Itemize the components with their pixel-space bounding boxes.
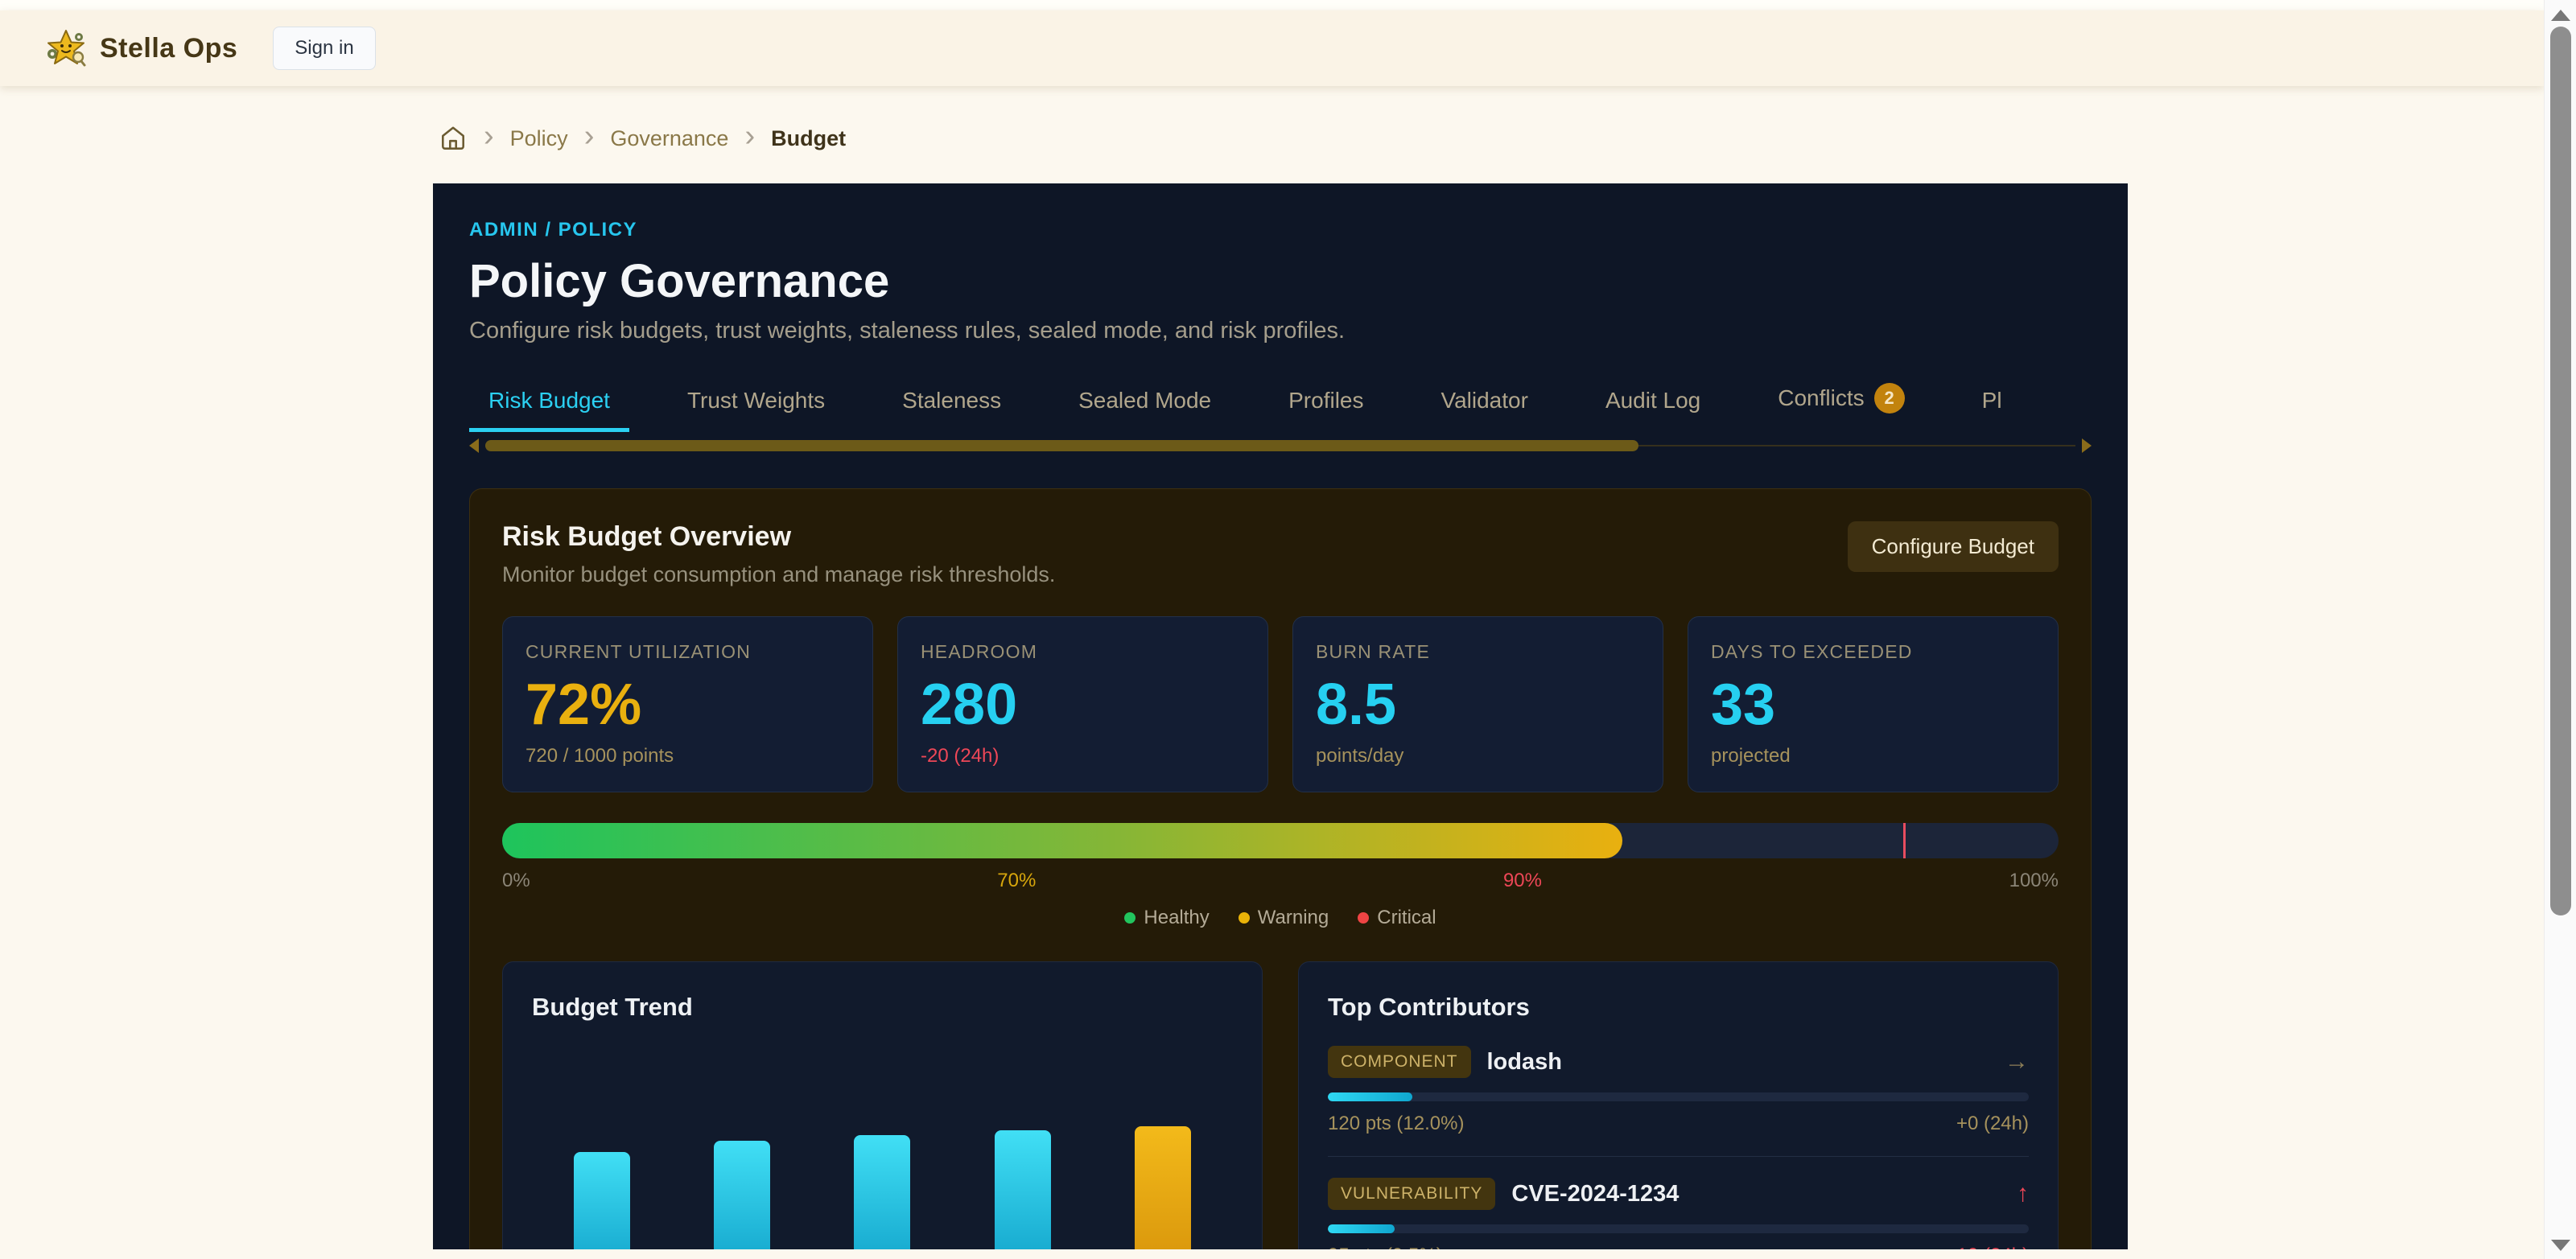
status-legend: Healthy Warning Critical <box>502 907 2059 929</box>
tab-scrollbar <box>469 438 2092 453</box>
contributor-stats: 95 pts (9.5%) +10 (24h) <box>1328 1245 2029 1249</box>
budget-utilization-fill <box>502 823 1622 858</box>
tab-validator[interactable]: Validator <box>1422 376 1548 432</box>
critical-threshold-marker <box>1903 823 1906 858</box>
page-scrollbar[interactable] <box>2544 0 2576 1259</box>
warning-dot-icon <box>1239 912 1250 924</box>
tab-scroll-right-arrow-icon[interactable] <box>2082 438 2092 453</box>
legend-item-warning: Warning <box>1239 907 1329 929</box>
scrollbar-up-arrow-icon[interactable] <box>2551 10 2570 21</box>
tab-profiles[interactable]: Profiles <box>1269 376 1383 432</box>
budget-trend-chart <box>532 1038 1233 1249</box>
trend-bar-12/1 <box>574 1152 630 1249</box>
top-contributors-card: Top Contributors COMPONENT lodash → <box>1298 961 2059 1249</box>
tab-sealed-mode[interactable]: Sealed Mode <box>1059 376 1230 432</box>
tab-scrollbar-thumb[interactable] <box>485 440 1638 451</box>
contributor-item-lodash: COMPONENT lodash → 120 pts (12.0%) +0 (2… <box>1328 1046 2029 1135</box>
contributor-points: 95 pts (9.5%) <box>1328 1245 1443 1249</box>
scale-label-70: 70% <box>997 870 1036 892</box>
budget-trend-title: Budget Trend <box>532 993 1233 1022</box>
tab-scroll-left-arrow-icon[interactable] <box>469 438 479 453</box>
breadcrumb-link-governance[interactable]: Governance <box>610 126 728 151</box>
brand: Stella Ops <box>45 27 237 69</box>
contributor-progress-track <box>1328 1224 2029 1233</box>
sign-in-button[interactable]: Sign in <box>273 27 375 70</box>
legend-item-healthy: Healthy <box>1124 907 1209 929</box>
budget-scale-labels: 0% 70% 90% 100% <box>502 870 2059 892</box>
trend-bar-12/22 <box>995 1130 1051 1249</box>
contributor-delta: +0 (24h) <box>1956 1113 2029 1135</box>
main-content: › Policy › Governance › Budget ADMIN / P… <box>433 121 2128 1259</box>
risk-budget-overview-card: Risk Budget Overview Monitor budget cons… <box>469 488 2092 1249</box>
contributor-stats: 120 pts (12.0%) +0 (24h) <box>1328 1113 2029 1135</box>
trend-bar-12/8 <box>714 1141 770 1249</box>
trend-bar-12/29 <box>1135 1126 1191 1249</box>
healthy-dot-icon <box>1124 912 1136 924</box>
contributor-trend-up-arrow-icon[interactable]: ↑ <box>2017 1180 2029 1208</box>
contributors-list: COMPONENT lodash → 120 pts (12.0%) +0 (2… <box>1328 1046 2029 1249</box>
budget-trend-card: Budget Trend 12/112/812/1512/2212/29 <box>502 961 1263 1249</box>
tab-audit-log[interactable]: Audit Log <box>1586 376 1720 432</box>
overview-title: Risk Budget Overview <box>502 521 1055 553</box>
contributor-type-badge: COMPONENT <box>1328 1046 1471 1078</box>
contributor-points: 120 pts (12.0%) <box>1328 1113 1464 1135</box>
contributor-item-cve-2024-1234: VULNERABILITY CVE-2024-1234 ↑ 95 pts (9.… <box>1328 1178 2029 1249</box>
tab-trust-weights[interactable]: Trust Weights <box>668 376 844 432</box>
scale-label-90: 90% <box>1503 870 1542 892</box>
contributor-type-badge: VULNERABILITY <box>1328 1178 1495 1210</box>
tab-bar: Risk Budget Trust Weights Staleness Seal… <box>469 372 2092 432</box>
contributor-delta: +10 (24h) <box>1946 1245 2029 1249</box>
legend-item-critical: Critical <box>1358 907 1436 929</box>
tab-overflow-clipped[interactable]: Pl <box>1963 376 2022 432</box>
contributor-name: lodash <box>1487 1049 1562 1076</box>
configure-budget-button[interactable]: Configure Budget <box>1848 521 2059 572</box>
stat-card-days-to-exceeded: DAYS TO EXCEEDED 33 projected <box>1688 616 2059 792</box>
breadcrumb-current-budget: Budget <box>771 126 846 151</box>
contributor-progress-track <box>1328 1092 2029 1101</box>
stat-grid: CURRENT UTILIZATION 72% 720 / 1000 point… <box>502 616 2059 792</box>
stella-ops-logo-icon <box>45 27 87 69</box>
budget-utilization-bar <box>502 823 2059 858</box>
page-title: Policy Governance <box>469 254 2092 308</box>
stat-card-current-utilization: CURRENT UTILIZATION 72% 720 / 1000 point… <box>502 616 873 792</box>
top-contributors-title: Top Contributors <box>1328 993 2029 1022</box>
home-icon[interactable] <box>439 124 468 153</box>
stat-card-headroom: HEADROOM 280 -20 (24h) <box>897 616 1268 792</box>
contributor-drilldown-arrow-icon[interactable]: → <box>2005 1048 2029 1076</box>
header-bar: Stella Ops Sign in <box>0 10 2544 86</box>
top-strip <box>0 0 2544 10</box>
breadcrumb: › Policy › Governance › Budget <box>433 121 2128 156</box>
policy-governance-panel: ADMIN / POLICY Policy Governance Configu… <box>433 183 2128 1249</box>
scrollbar-down-arrow-icon[interactable] <box>2551 1240 2570 1251</box>
page-subtitle: Configure risk budgets, trust weights, s… <box>469 318 2092 344</box>
brand-title: Stella Ops <box>100 33 237 64</box>
chevron-right-icon: › <box>584 121 595 151</box>
page-eyebrow: ADMIN / POLICY <box>469 219 2092 241</box>
contributor-progress-fill <box>1328 1092 1412 1101</box>
tab-scrollbar-track[interactable] <box>485 439 2075 452</box>
conflicts-count-badge: 2 <box>1874 383 1905 413</box>
scale-label-0: 0% <box>502 870 530 892</box>
stat-card-burn-rate: BURN RATE 8.5 points/day <box>1292 616 1663 792</box>
tab-staleness[interactable]: Staleness <box>883 376 1020 432</box>
breadcrumb-link-policy[interactable]: Policy <box>510 126 568 151</box>
scale-label-100: 100% <box>2009 870 2059 892</box>
scrollbar-thumb[interactable] <box>2550 27 2571 915</box>
overview-subtitle: Monitor budget consumption and manage ri… <box>502 562 1055 587</box>
contributor-progress-fill <box>1328 1224 1395 1233</box>
tab-risk-budget[interactable]: Risk Budget <box>469 376 629 432</box>
chevron-right-icon: › <box>744 121 755 151</box>
divider <box>1328 1156 2029 1157</box>
tab-conflicts[interactable]: Conflicts 2 <box>1758 372 1923 432</box>
trend-bar-12/15 <box>854 1135 910 1249</box>
critical-dot-icon <box>1358 912 1369 924</box>
chevron-right-icon: › <box>484 121 494 151</box>
contributor-name: CVE-2024-1234 <box>1511 1181 1679 1208</box>
